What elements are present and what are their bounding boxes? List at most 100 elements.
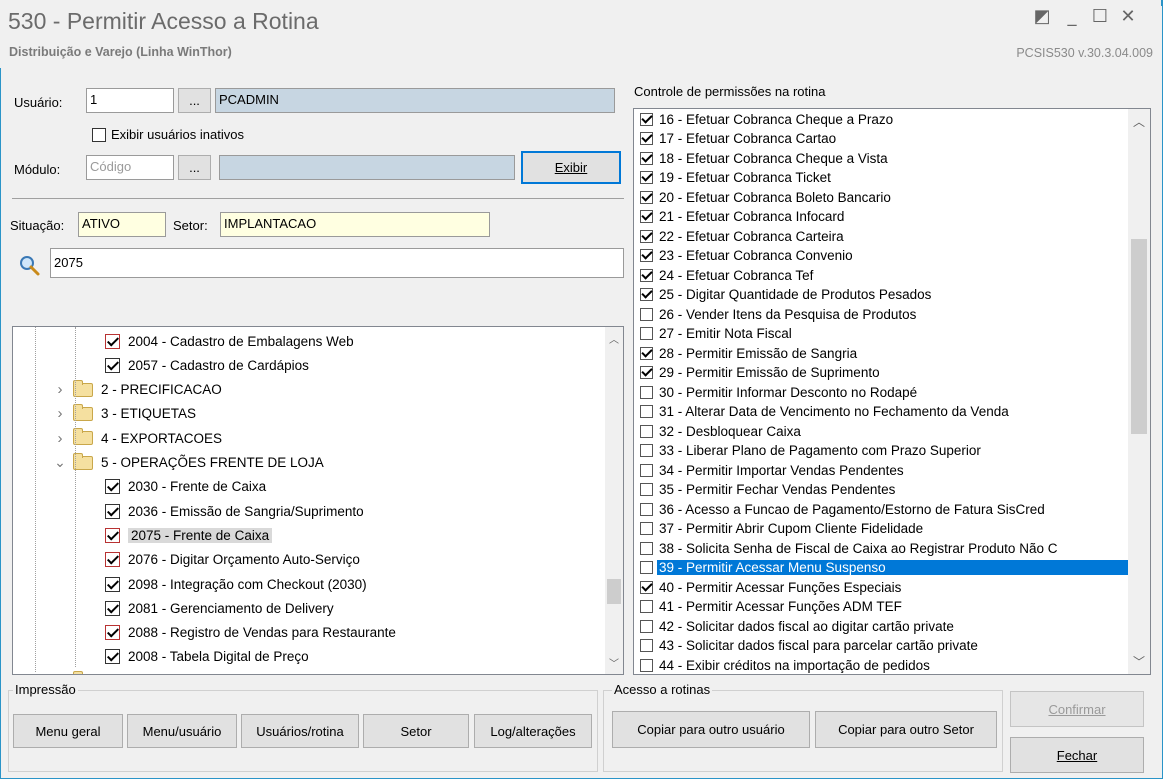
permission-checkbox[interactable] — [640, 366, 653, 380]
restore-icon[interactable]: ◩ — [1030, 6, 1054, 27]
permission-item[interactable]: 20 - Efetuar Cobranca Boleto Bancario — [634, 188, 1128, 208]
permission-checkbox[interactable] — [640, 385, 653, 399]
chevron-right-icon[interactable]: › — [53, 430, 67, 447]
usuario-lookup-button[interactable]: ... — [178, 88, 211, 113]
permission-checkbox[interactable] — [640, 580, 653, 594]
tree-item-checkbox[interactable] — [105, 625, 120, 641]
permission-checkbox[interactable] — [640, 541, 653, 555]
scroll-up-icon[interactable]: ︿ — [1128, 113, 1150, 130]
tree-item-checkbox[interactable] — [105, 357, 120, 373]
routine-tree[interactable]: 2004 - Cadastro de Embalagens Web 2057 - … — [12, 326, 624, 675]
search-icon[interactable] — [17, 254, 41, 278]
permission-item[interactable]: 43 - Solicitar dados fiscal para parcela… — [634, 636, 1128, 656]
permission-item[interactable]: 37 - Permitir Abrir Cupom Cliente Fideli… — [634, 519, 1128, 539]
chevron-right-icon[interactable]: › — [53, 381, 67, 398]
maximize-icon[interactable]: ☐ — [1088, 6, 1112, 27]
usuarios-rotina-button[interactable]: Usuários/rotina — [241, 714, 359, 748]
tree-scrollbar[interactable]: ︿ ﹀ — [605, 327, 623, 674]
tree-folder[interactable]: ⌄ 5 - OPERAÇÕES FRENTE DE LOJA — [13, 451, 623, 475]
permission-checkbox[interactable] — [640, 502, 653, 516]
permission-item[interactable]: 19 - Efetuar Cobranca Ticket — [634, 168, 1128, 188]
permission-item[interactable]: 18 - Efetuar Cobranca Cheque a Vista — [634, 149, 1128, 169]
tree-item-checkbox[interactable] — [105, 479, 120, 495]
permission-checkbox[interactable] — [640, 600, 653, 614]
permission-checkbox[interactable] — [640, 522, 653, 536]
permission-checkbox[interactable] — [640, 463, 653, 477]
permission-checkbox[interactable] — [640, 424, 653, 438]
permission-checkbox[interactable] — [640, 190, 653, 204]
exibir-button[interactable]: Exibir — [521, 151, 621, 184]
tree-item[interactable]: 2098 - Integração com Checkout (2030) — [13, 572, 623, 596]
chevron-down-icon[interactable]: ⌄ — [53, 454, 67, 471]
permission-item[interactable]: 39 - Permitir Acessar Menu Suspenso — [634, 558, 1128, 578]
tree-item-checkbox[interactable] — [105, 503, 120, 519]
tree-item[interactable]: 2036 - Emissão de Sangria/Suprimento — [13, 499, 623, 523]
permission-checkbox[interactable] — [640, 229, 653, 243]
permission-item[interactable]: 16 - Efetuar Cobranca Cheque a Prazo — [634, 110, 1128, 130]
log-alteracoes-button[interactable]: Log/alterações — [474, 714, 592, 748]
tree-item-checkbox[interactable] — [105, 333, 120, 349]
permission-item[interactable]: 44 - Exibir créditos na importação de pe… — [634, 656, 1128, 675]
permission-item[interactable]: 25 - Digitar Quantidade de Produtos Pesa… — [634, 285, 1128, 305]
permission-item[interactable]: 30 - Permitir Informar Desconto no Rodap… — [634, 383, 1128, 403]
permission-item[interactable]: 40 - Permitir Acessar Funções Especiais — [634, 578, 1128, 598]
menu-geral-button[interactable]: Menu geral — [13, 714, 123, 748]
permission-item[interactable]: 27 - Emitir Nota Fiscal — [634, 324, 1128, 344]
permissions-list[interactable]: 16 - Efetuar Cobranca Cheque a Prazo 17 -… — [633, 108, 1151, 675]
permission-item[interactable]: 28 - Permitir Emissão de Sangria — [634, 344, 1128, 364]
tree-item-checkbox[interactable] — [105, 600, 120, 616]
permission-checkbox[interactable] — [640, 132, 653, 146]
usuario-code-input[interactable]: 1 — [86, 88, 174, 113]
chevron-right-icon[interactable]: › — [53, 405, 67, 422]
permission-item[interactable]: 35 - Permitir Fechar Vendas Pendentes — [634, 480, 1128, 500]
inativos-checkbox-row[interactable]: Exibir usuários inativos — [92, 127, 244, 142]
tree-item-checkbox[interactable] — [105, 576, 120, 592]
tree-item-checkbox[interactable] — [105, 527, 120, 543]
permission-item[interactable]: 21 - Efetuar Cobranca Infocard — [634, 207, 1128, 227]
permission-checkbox[interactable] — [640, 619, 653, 633]
copiar-setor-button[interactable]: Copiar para outro Setor — [815, 711, 997, 748]
permission-checkbox[interactable] — [640, 151, 653, 165]
tree-item[interactable]: 2008 - Tabela Digital de Preço — [13, 645, 623, 669]
tree-item[interactable]: 2075 - Frente de Caixa — [13, 523, 623, 547]
modulo-lookup-button[interactable]: ... — [178, 155, 211, 180]
scroll-down-icon[interactable]: ﹀ — [1128, 653, 1150, 670]
menu-usuario-button[interactable]: Menu/usuário — [127, 714, 237, 748]
permission-checkbox[interactable] — [640, 561, 653, 575]
tree-item[interactable]: 2004 - Cadastro de Embalagens Web — [13, 329, 623, 353]
permission-item[interactable]: 36 - Acesso a Funcao de Pagamento/Estorn… — [634, 500, 1128, 520]
permission-item[interactable]: 22 - Efetuar Cobranca Carteira — [634, 227, 1128, 247]
setor-button[interactable]: Setor — [363, 714, 469, 748]
permission-item[interactable]: 41 - Permitir Acessar Funções ADM TEF — [634, 597, 1128, 617]
chevron-right-icon[interactable]: › — [53, 673, 67, 674]
permission-checkbox[interactable] — [640, 210, 653, 224]
permission-item[interactable]: 24 - Efetuar Cobranca Tef — [634, 266, 1128, 286]
scroll-up-icon[interactable]: ︿ — [605, 331, 623, 346]
permission-checkbox[interactable] — [640, 483, 653, 497]
permission-item[interactable]: 26 - Vender Itens da Pesquisa de Produto… — [634, 305, 1128, 325]
tree-item-checkbox[interactable] — [105, 552, 120, 568]
permission-checkbox[interactable] — [640, 327, 653, 341]
permission-item[interactable]: 34 - Permitir Importar Vendas Pendentes — [634, 461, 1128, 481]
permission-checkbox[interactable] — [640, 346, 653, 360]
permission-item[interactable]: 23 - Efetuar Cobranca Convenio — [634, 246, 1128, 266]
tree-scroll-thumb[interactable] — [607, 579, 621, 604]
tree-folder[interactable]: › 4 - EXPORTACOES — [13, 426, 623, 450]
permission-item[interactable]: 29 - Permitir Emissão de Suprimento — [634, 363, 1128, 383]
permission-checkbox[interactable] — [640, 307, 653, 321]
permission-item[interactable]: 32 - Desbloquear Caixa — [634, 422, 1128, 442]
modulo-code-input[interactable]: Código — [86, 155, 174, 180]
minimize-icon[interactable]: _ — [1060, 6, 1084, 27]
permission-checkbox[interactable] — [640, 112, 653, 126]
inativos-checkbox[interactable] — [92, 127, 106, 142]
permission-checkbox[interactable] — [640, 268, 653, 282]
permission-item[interactable]: 17 - Efetuar Cobranca Cartao — [634, 129, 1128, 149]
close-icon[interactable]: ✕ — [1116, 6, 1140, 27]
permissions-scrollbar[interactable]: ︿ ﹀ — [1128, 109, 1150, 674]
permission-checkbox[interactable] — [640, 444, 653, 458]
permissions-scroll-thumb[interactable] — [1131, 239, 1147, 434]
permission-checkbox[interactable] — [640, 639, 653, 653]
permission-item[interactable]: 31 - Alterar Data de Vencimento no Fecha… — [634, 402, 1128, 422]
permission-checkbox[interactable] — [640, 171, 653, 185]
tree-folder[interactable]: › 6 - PROCESSAMENTO — [13, 669, 623, 674]
